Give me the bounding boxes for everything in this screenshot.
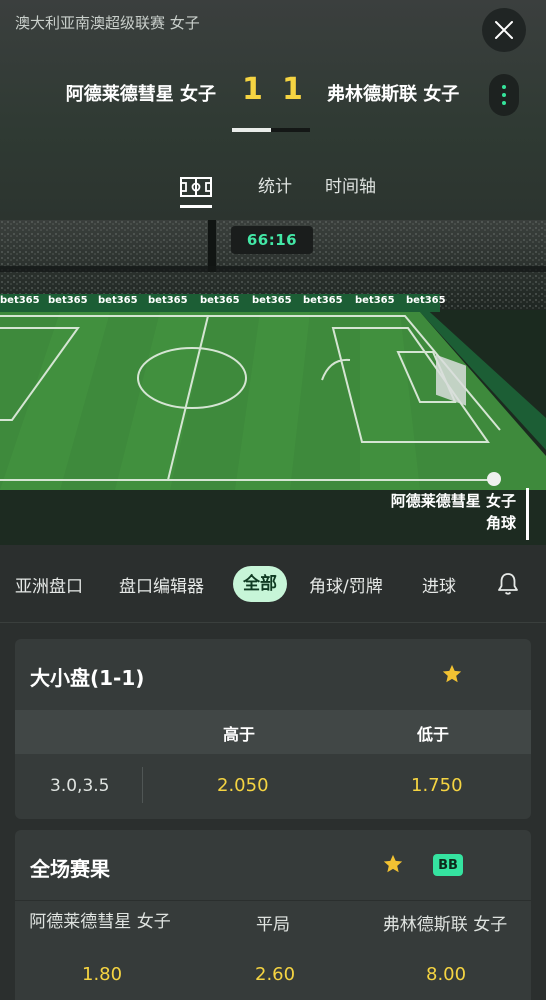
away-outcome-label: 弗林德斯联 女子	[382, 915, 508, 935]
more-dot-icon	[502, 101, 506, 105]
over-odds-button[interactable]: 2.050	[217, 775, 269, 796]
tab-pitch-view[interactable]	[178, 172, 214, 208]
notification-bell-button[interactable]	[497, 572, 519, 600]
home-outcome-label: 阿德莱德彗星 女子	[29, 912, 171, 932]
draw-odds-button[interactable]: 2.60	[255, 964, 295, 985]
market-title: 大小盘(1-1)	[30, 666, 145, 690]
tab-stats[interactable]: 统计	[258, 172, 292, 197]
sponsor-boards: bet365 bet365 bet365 bet365 bet365 bet36…	[0, 295, 546, 311]
match-header: 澳大利亚南澳超级联赛 女子 阿德莱德彗星 女子 1 1 弗林德斯联 女子 统计 …	[0, 0, 546, 220]
away-team-name: 弗林德斯联 女子	[327, 84, 460, 105]
sponsor-label: bet365	[0, 295, 40, 306]
tab-asian-handicap[interactable]: 亚洲盘口	[15, 572, 83, 597]
scoreboard: 阿德莱德彗星 女子 1 1 弗林德斯联 女子	[0, 70, 546, 118]
under-odds-button[interactable]: 1.750	[411, 775, 463, 796]
ball-icon	[487, 472, 501, 486]
sponsor-label: bet365	[252, 295, 292, 306]
away-score: 1	[282, 72, 303, 107]
match-progress-bar	[232, 128, 310, 132]
more-dot-icon	[502, 85, 506, 89]
market-over-under: 大小盘(1-1) 高于 低于 3.0,3.5 2.050 1.750	[15, 639, 531, 819]
close-icon	[495, 21, 513, 39]
divider	[142, 767, 143, 803]
divider	[15, 900, 531, 901]
event-indicator	[526, 488, 529, 540]
market-full-time-result: 全场赛果 BB 阿德莱德彗星 女子 平局 弗林德斯联 女子 1.80 2.60 …	[15, 830, 531, 1000]
tab-all[interactable]: 全部	[233, 566, 287, 602]
event-team: 阿德莱德彗星 女子	[390, 492, 516, 510]
more-options-button[interactable]	[489, 74, 519, 116]
event-type: 角球	[485, 514, 516, 532]
sponsor-label: bet365	[406, 295, 446, 306]
under-header: 低于	[417, 725, 450, 744]
league-name: 澳大利亚南澳超级联赛 女子	[15, 14, 200, 32]
sponsor-label: bet365	[200, 295, 240, 306]
live-event: 阿德莱德彗星 女子 角球	[391, 490, 516, 534]
view-tabs: 统计 时间轴	[0, 168, 546, 208]
column-header: 高于 低于	[15, 710, 531, 754]
sponsor-label: bet365	[98, 295, 138, 306]
away-odds-button[interactable]: 8.00	[426, 964, 466, 985]
favorite-star-icon[interactable]	[382, 853, 404, 875]
home-team-name: 阿德莱德彗星 女子	[65, 84, 216, 105]
sponsor-label: bet365	[148, 295, 188, 306]
market-tabs: 亚洲盘口 盘口编辑器 全部 角球/罚牌 进球	[0, 545, 546, 623]
sponsor-label: bet365	[355, 295, 395, 306]
tab-corners-cards[interactable]: 角球/罚牌	[309, 572, 383, 597]
match-progress-fill	[232, 128, 271, 132]
market-title: 全场赛果	[30, 857, 110, 881]
sponsor-label: bet365	[303, 295, 343, 306]
home-odds-button[interactable]: 1.80	[82, 964, 122, 985]
over-header: 高于	[223, 725, 256, 744]
more-dot-icon	[502, 93, 506, 97]
favorite-star-icon[interactable]	[441, 663, 463, 685]
pitch-icon	[180, 177, 212, 197]
close-button[interactable]	[482, 8, 526, 52]
tab-timeline[interactable]: 时间轴	[325, 172, 376, 197]
bet-builder-badge[interactable]: BB	[433, 854, 463, 876]
home-score: 1	[242, 72, 263, 107]
sponsor-label: bet365	[48, 295, 88, 306]
match-clock: 66:16	[231, 226, 313, 254]
bell-icon	[498, 573, 518, 595]
tab-goals[interactable]: 进球	[422, 572, 456, 597]
tab-bet-builder[interactable]: 盘口编辑器	[119, 572, 204, 597]
handicap-line: 3.0,3.5	[50, 776, 110, 796]
draw-outcome-label: 平局	[256, 915, 290, 935]
